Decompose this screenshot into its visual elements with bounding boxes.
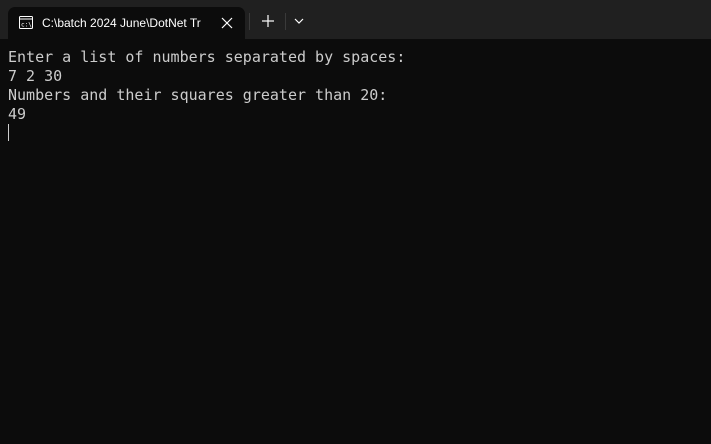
dropdown-button[interactable]: [290, 12, 308, 30]
console-icon: c:\: [19, 16, 33, 29]
tab-title: C:\batch 2024 June\DotNet Tr: [42, 16, 201, 30]
terminal-window: c:\ C:\batch 2024 June\DotNet Tr Enter a…: [0, 0, 711, 444]
active-tab[interactable]: c:\ C:\batch 2024 June\DotNet Tr: [8, 7, 245, 39]
console-output[interactable]: Enter a list of numbers separated by spa…: [0, 39, 711, 444]
console-line: Enter a list of numbers separated by spa…: [8, 48, 406, 66]
text-cursor: [8, 124, 9, 141]
new-tab-button[interactable]: [257, 10, 279, 32]
tab-bar-divider: [285, 13, 286, 30]
console-line: 49: [8, 105, 27, 123]
svg-text:c:\: c:\: [21, 22, 32, 29]
tab-separator: [249, 13, 250, 30]
chevron-down-icon: [294, 18, 304, 24]
console-line: Numbers and their squares greater than 2…: [8, 86, 388, 104]
tab-bar: c:\ C:\batch 2024 June\DotNet Tr: [0, 0, 711, 39]
close-icon[interactable]: [220, 16, 234, 30]
plus-icon: [262, 15, 274, 27]
console-line: 7 2 30: [8, 67, 63, 85]
